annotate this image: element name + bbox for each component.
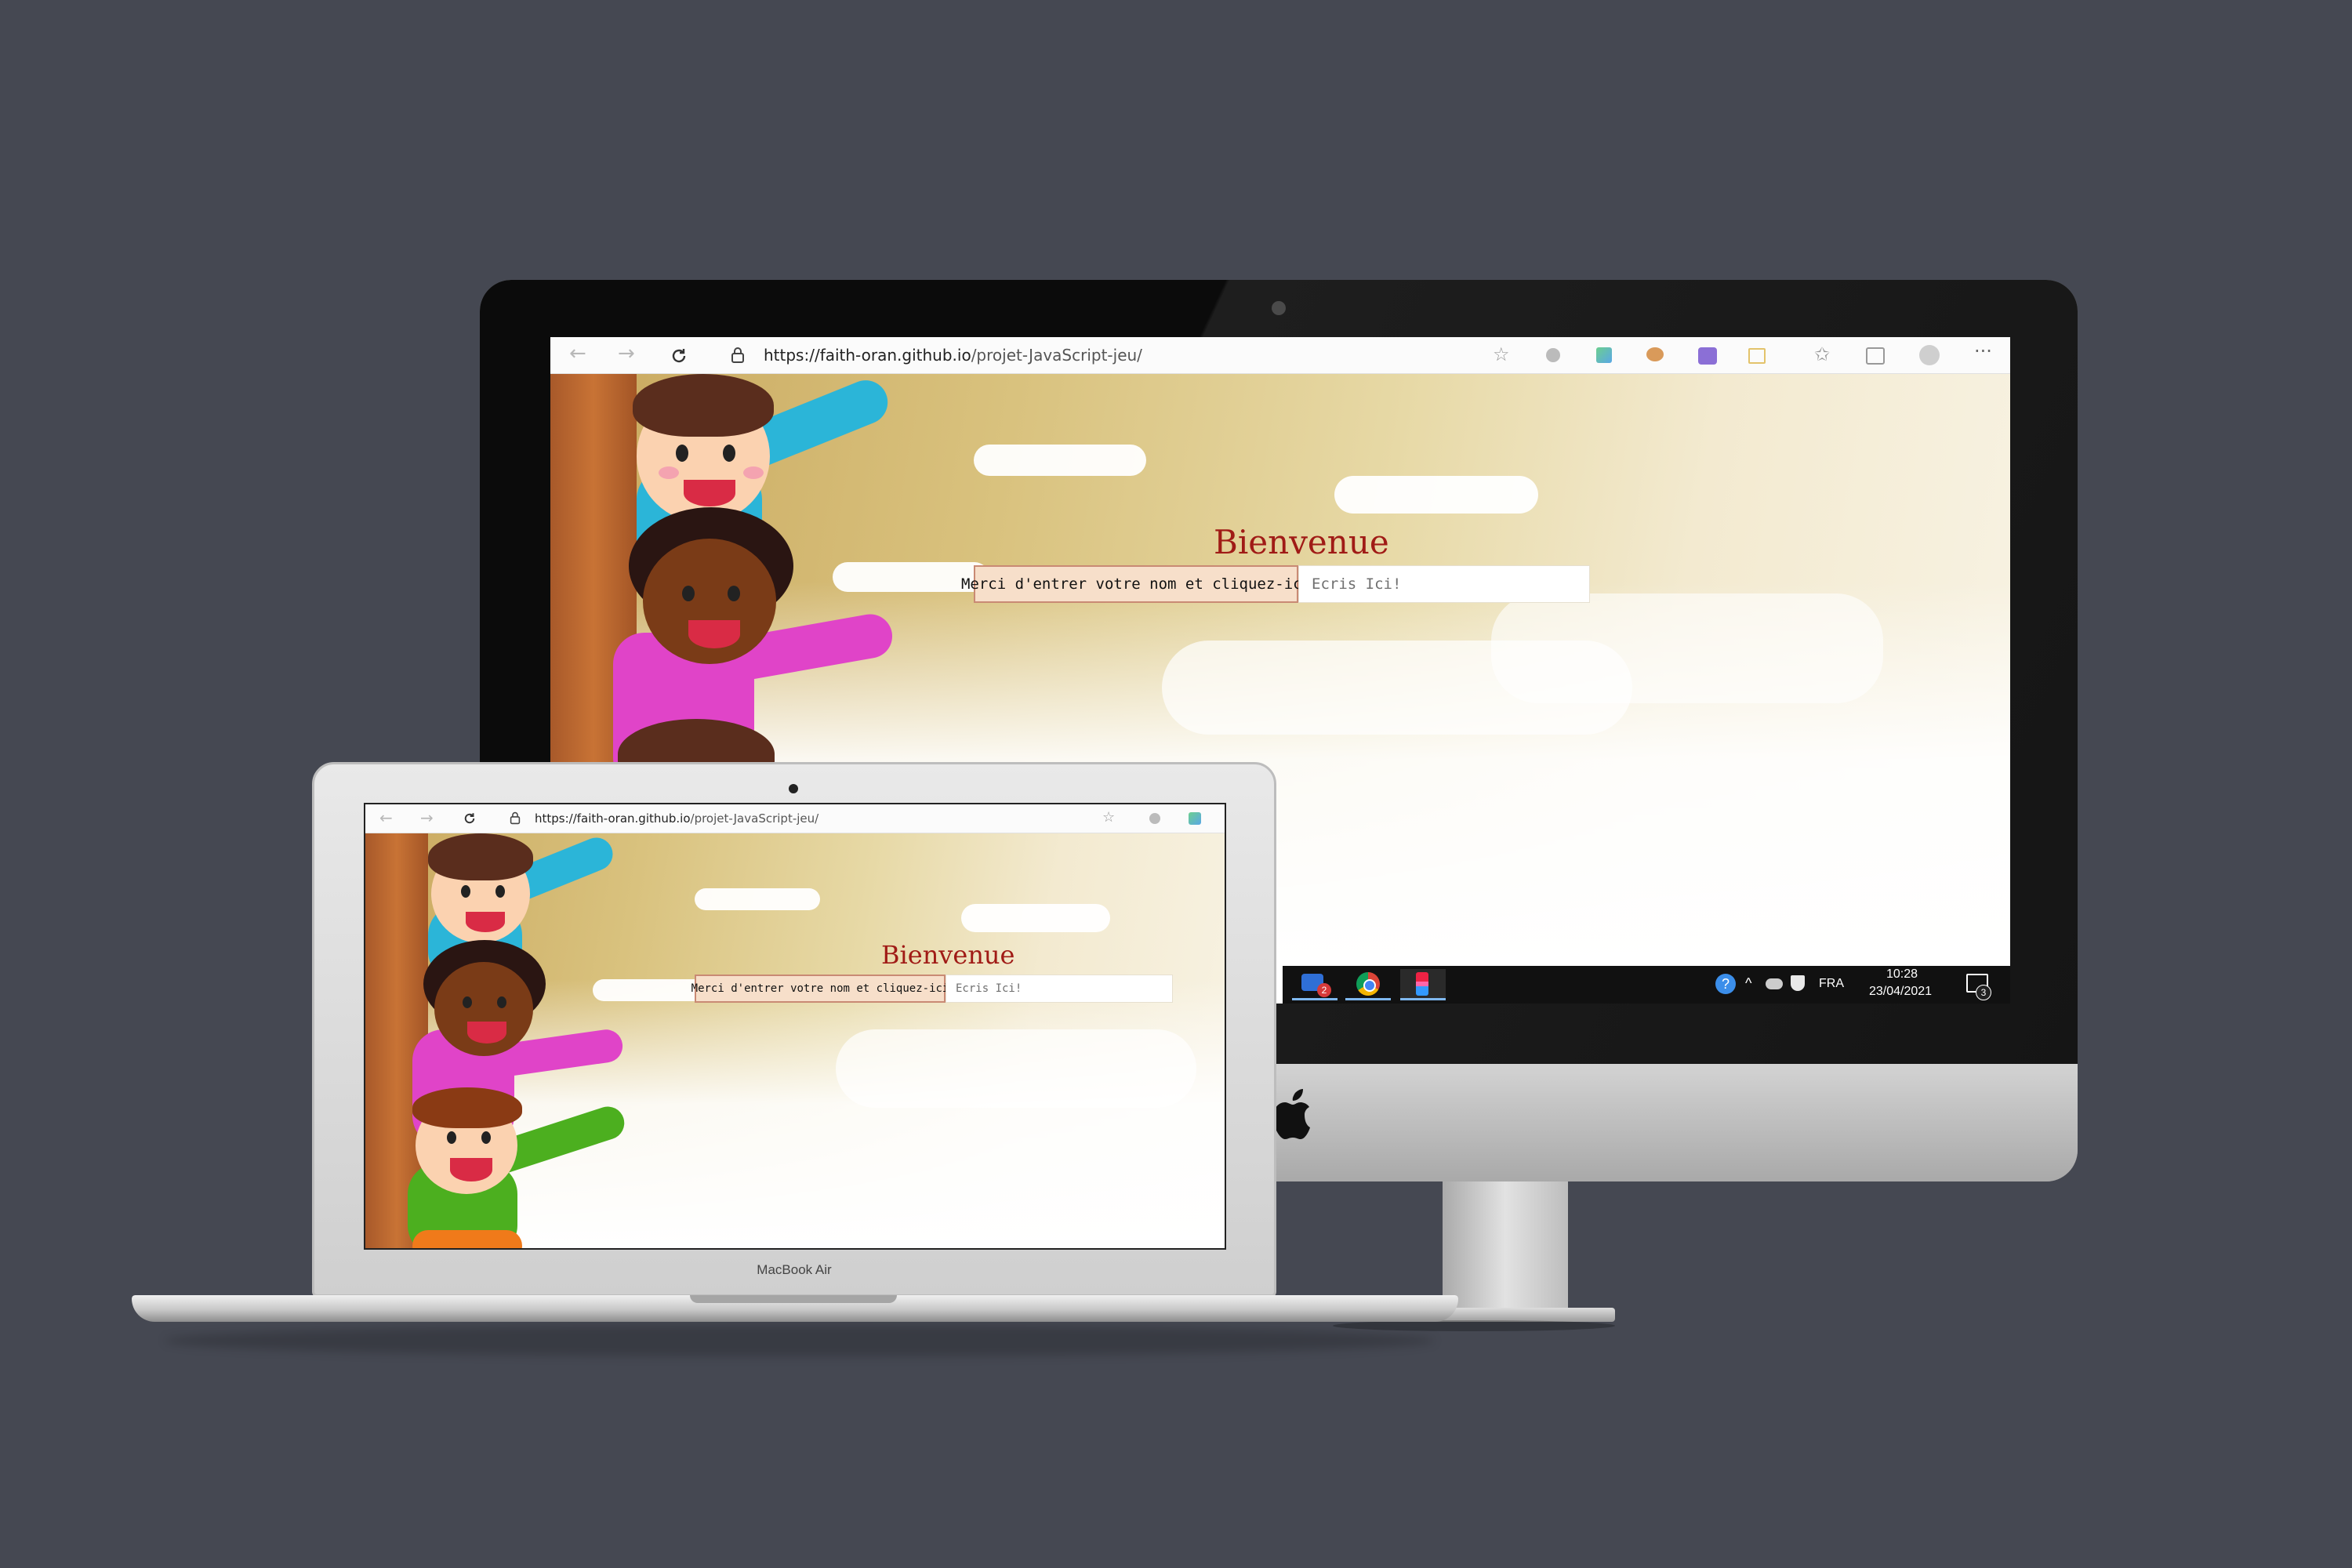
refresh-icon[interactable]: [463, 811, 477, 826]
submit-name-button[interactable]: Merci d'entrer votre nom et cliquez-ici: [691, 975, 949, 1003]
kid-hair: [412, 1087, 522, 1128]
taskbar-app-mail[interactable]: 2: [1292, 969, 1338, 1000]
kid-eye: [447, 1131, 456, 1144]
extension-icon[interactable]: [1646, 347, 1664, 361]
kid-cheek: [659, 466, 679, 479]
badge: 2: [1317, 983, 1331, 997]
macbook-shadow: [165, 1325, 1435, 1356]
extension-icon[interactable]: [1546, 348, 1560, 362]
page-title: Bienvenue: [881, 940, 1015, 970]
lock-icon: [731, 347, 744, 363]
kid-mouth: [467, 1022, 506, 1044]
language-indicator[interactable]: FRA: [1819, 977, 1844, 991]
extension-icon[interactable]: [1189, 812, 1201, 825]
page-content: Bienvenue Merci d'entrer votre nom et cl…: [365, 833, 1225, 1248]
cloud: [974, 445, 1146, 476]
kid-body: [412, 1230, 522, 1248]
cloud: [695, 888, 820, 910]
kid-eye: [495, 885, 505, 898]
chrome-icon-center: [1363, 979, 1376, 992]
address-bar[interactable]: https://faith-oran.github.io/projet-Java…: [764, 346, 1142, 365]
macbook-base-notch: [690, 1295, 897, 1303]
show-hidden-icons-icon[interactable]: ^: [1745, 975, 1751, 992]
imac-camera: [1272, 301, 1286, 315]
name-input[interactable]: Ecris Ici!: [1298, 565, 1590, 603]
shield-icon[interactable]: [1791, 975, 1805, 991]
more-icon[interactable]: ···: [1974, 340, 1992, 362]
url-path: /projet-JavaScript-jeu/: [971, 346, 1142, 365]
extension-icon[interactable]: [1748, 348, 1766, 364]
apple-logo-icon: [1273, 1089, 1310, 1139]
extension-icon[interactable]: [1596, 347, 1612, 363]
url-host: https://faith-oran.github.io: [535, 811, 691, 826]
browser-toolbar: ← → https://faith-oran.github.io/projet-…: [365, 804, 1225, 833]
macbook-model-label: MacBook Air: [757, 1262, 832, 1277]
cloud: [1334, 476, 1538, 514]
imac-stand: [1443, 1181, 1568, 1315]
browser-toolbar: ← → https://faith-oran.github.io/projet-…: [550, 337, 2010, 374]
back-arrow-icon[interactable]: ←: [569, 342, 586, 365]
clock-date[interactable]: 23/04/2021: [1869, 985, 1932, 999]
cloud: [1491, 593, 1883, 703]
kid-eye: [728, 586, 740, 601]
paint-icon: [1416, 972, 1428, 996]
refresh-icon[interactable]: [670, 347, 688, 365]
kid-eye: [461, 885, 470, 898]
kid-eye: [682, 586, 695, 601]
favorites-icon[interactable]: ✩: [1814, 343, 1830, 365]
lock-icon: [510, 811, 521, 825]
address-bar[interactable]: https://faith-oran.github.io/projet-Java…: [535, 811, 818, 826]
submit-name-button[interactable]: Merci d'entrer votre nom et cliquez-ici: [961, 565, 1311, 603]
kid-cheek: [743, 466, 764, 479]
kid-eye: [676, 445, 688, 462]
taskbar: 2 ? ^ FRA 10:28 23/04/2021 3: [1283, 966, 2010, 1004]
cloud: [961, 904, 1110, 932]
extension-icon[interactable]: [1698, 347, 1717, 365]
kid-hair: [633, 374, 774, 437]
kid-eye: [463, 996, 472, 1008]
extension-icon[interactable]: [1149, 813, 1160, 824]
kid-mouth: [688, 620, 740, 648]
page-title: Bienvenue: [1214, 523, 1389, 561]
url-path: /projet-JavaScript-jeu/: [690, 811, 819, 826]
cloud: [836, 1029, 1196, 1108]
favorite-icon[interactable]: ☆: [1102, 809, 1115, 826]
profile-icon[interactable]: [1919, 345, 1940, 365]
clock-time[interactable]: 10:28: [1886, 967, 1918, 982]
name-input[interactable]: Ecris Ici!: [946, 975, 1173, 1003]
kid-hair: [428, 833, 533, 880]
macbook-camera: [789, 784, 798, 793]
forward-arrow-icon[interactable]: →: [618, 342, 635, 365]
cloud-sync-icon[interactable]: [1766, 978, 1783, 989]
imac-shadow: [1333, 1320, 1615, 1331]
taskbar-app-paint[interactable]: [1400, 969, 1446, 1000]
favorite-icon[interactable]: ☆: [1493, 343, 1510, 365]
macbook-screen: ← → https://faith-oran.github.io/projet-…: [364, 803, 1226, 1250]
kid-eye: [497, 996, 506, 1008]
url-host: https://faith-oran.github.io: [764, 346, 971, 365]
forward-arrow-icon[interactable]: →: [420, 808, 434, 827]
kid-mouth: [450, 1158, 492, 1181]
kid-mouth: [466, 912, 505, 932]
notification-count: 3: [1976, 985, 1991, 1000]
help-icon[interactable]: ?: [1715, 974, 1736, 994]
kid-eye: [481, 1131, 491, 1144]
kid-mouth: [684, 480, 735, 506]
kid-eye: [723, 445, 735, 462]
collections-icon[interactable]: [1866, 347, 1885, 365]
back-arrow-icon[interactable]: ←: [379, 808, 393, 827]
taskbar-app-chrome[interactable]: [1345, 969, 1391, 1000]
